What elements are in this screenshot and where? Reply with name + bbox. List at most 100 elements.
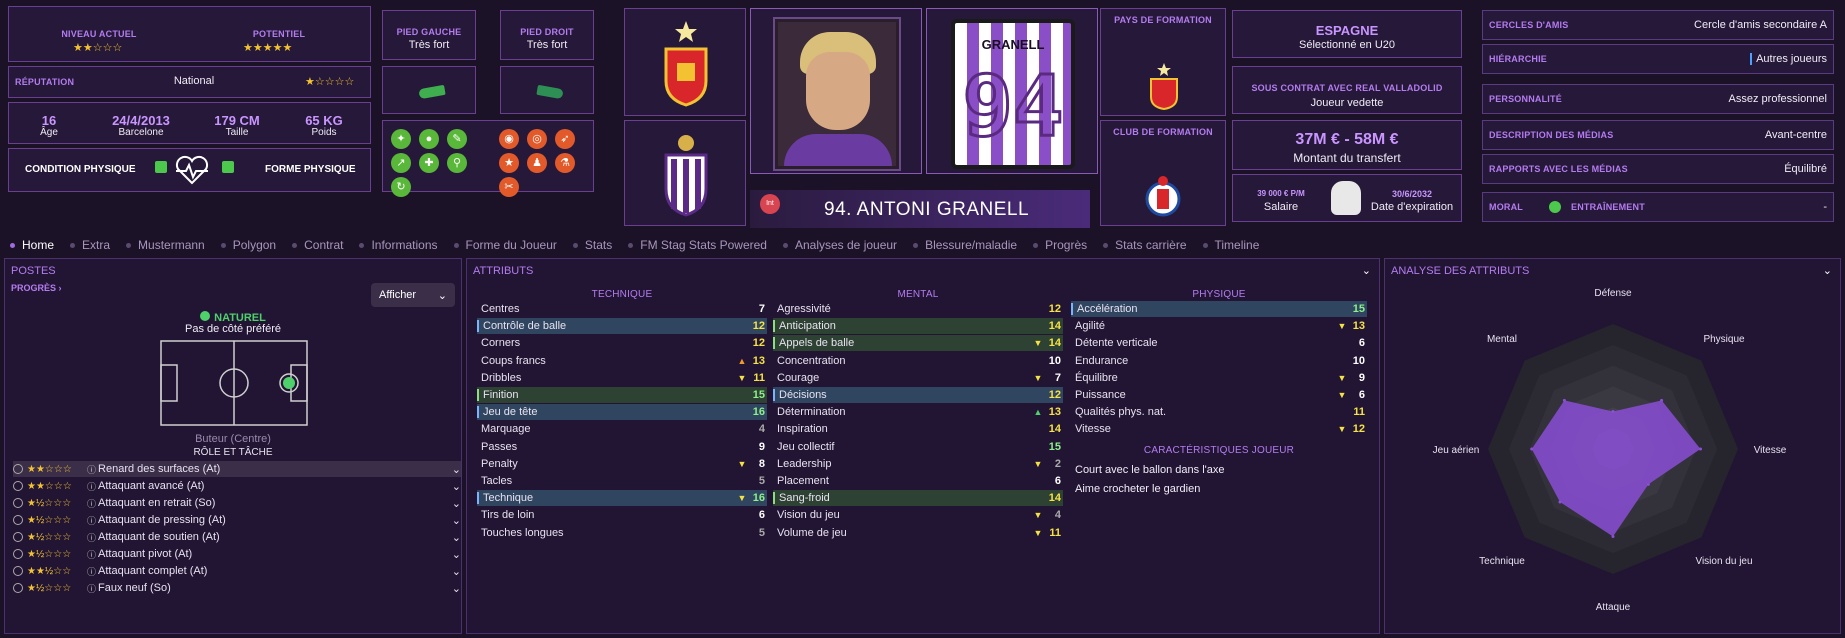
attribute-row[interactable]: Concentration 10	[773, 353, 1063, 369]
tab-fm-stag-stats-powered[interactable]: FM Stag Stats Powered	[628, 238, 767, 252]
role-row[interactable]: ★★½☆☆ ⓘ Attaquant complet (At) ⌄	[13, 563, 461, 579]
attribute-row[interactable]: Détermination ▲ 13	[773, 404, 1063, 420]
chevron-down-icon[interactable]: ⌄	[447, 548, 461, 561]
tab-home[interactable]: Home	[10, 238, 54, 252]
role-radio[interactable]	[13, 498, 23, 508]
attribute-row[interactable]: Inspiration 14	[773, 421, 1063, 437]
tab-timeline[interactable]: Timeline	[1202, 238, 1259, 252]
attribute-row[interactable]: Sang-froid 14	[773, 490, 1063, 507]
attribute-row[interactable]: Équilibre ▼ 9	[1071, 370, 1367, 386]
attribute-row[interactable]: Corners 12	[477, 335, 767, 351]
tab-stats[interactable]: Stats	[572, 238, 612, 252]
attribute-row[interactable]: Détente verticale 6	[1071, 335, 1367, 351]
afficher-dropdown[interactable]: Afficher ⌄	[371, 283, 455, 307]
role-row[interactable]: ★★☆☆☆ ⓘ Attaquant avancé (At) ⌄	[13, 478, 461, 494]
tab-stats-carri-re[interactable]: Stats carrière	[1103, 238, 1187, 252]
info-icon[interactable]: ⓘ	[87, 531, 96, 544]
role-radio[interactable]	[13, 481, 23, 491]
trait-icon-1[interactable]: ✦	[391, 129, 411, 149]
attribute-row[interactable]: Jeu de tête 16	[477, 404, 767, 421]
attribute-row[interactable]: Marquage 4	[477, 421, 767, 437]
trait-person-icon[interactable]: ♟	[527, 153, 547, 173]
trait-target-icon[interactable]: ◎	[527, 129, 547, 149]
tab-informations[interactable]: Informations	[359, 238, 438, 252]
trait-icon-4[interactable]: ↗	[391, 153, 411, 173]
attribute-row[interactable]: Courage ▼ 7	[773, 370, 1063, 386]
chevron-down-icon[interactable]: ⌄	[447, 531, 461, 544]
attribute-row[interactable]: Vision du jeu ▼ 4	[773, 507, 1063, 523]
trait-icon-7[interactable]: ↻	[391, 177, 411, 197]
trait-scissors-icon[interactable]: ✂	[499, 177, 519, 197]
info-icon[interactable]: ⓘ	[87, 514, 96, 527]
role-row[interactable]: ★½☆☆☆ ⓘ Attaquant pivot (At) ⌄	[13, 546, 461, 562]
tab-polygon[interactable]: Polygon	[220, 238, 276, 252]
trait-star-icon[interactable]: ★	[499, 153, 519, 173]
trait-icon-6[interactable]: ⚲	[447, 153, 467, 173]
progres-link[interactable]: PROGRÈS ›	[11, 283, 62, 293]
attribute-row[interactable]: Dribbles ▼ 11	[477, 370, 767, 386]
attribute-row[interactable]: Technique ▼ 16	[477, 490, 767, 507]
chevron-down-icon[interactable]: ⌄	[447, 463, 461, 476]
attribute-row[interactable]: Jeu collectif 15	[773, 439, 1063, 455]
tab-extra[interactable]: Extra	[70, 238, 110, 252]
attribute-row[interactable]: Touches longues 5	[477, 525, 767, 541]
role-row[interactable]: ★½☆☆☆ ⓘ Attaquant en retrait (So) ⌄	[13, 495, 461, 511]
role-radio[interactable]	[13, 532, 23, 542]
chevron-down-icon[interactable]: ⌄	[447, 582, 461, 595]
attribute-row[interactable]: Tirs de loin 6	[477, 507, 767, 523]
chevron-down-icon[interactable]: ⌄	[447, 497, 461, 510]
attribute-row[interactable]: Passes 9	[477, 439, 767, 455]
attribute-row[interactable]: Appels de balle ▼ 14	[773, 335, 1063, 352]
tab-progr-s[interactable]: Progrès	[1033, 238, 1087, 252]
role-radio[interactable]	[13, 583, 23, 593]
info-icon[interactable]: ⓘ	[87, 548, 96, 561]
chevron-down-icon[interactable]: ⌄	[1362, 264, 1371, 277]
attribute-row[interactable]: Puissance ▼ 6	[1071, 387, 1367, 403]
info-icon[interactable]: ⓘ	[87, 582, 96, 595]
attribute-row[interactable]: Accélération 15	[1071, 301, 1367, 317]
attribute-row[interactable]: Décisions 12	[773, 387, 1063, 403]
attribute-row[interactable]: Finition 15	[477, 387, 767, 403]
attribute-row[interactable]: Centres 7	[477, 301, 767, 317]
attribute-row[interactable]: Volume de jeu ▼ 11	[773, 525, 1063, 541]
attribute-row[interactable]: Vitesse ▼ 12	[1071, 421, 1367, 437]
chevron-down-icon[interactable]: ⌄	[447, 480, 461, 493]
role-radio[interactable]	[13, 549, 23, 559]
trait-eye-icon[interactable]: ◉	[499, 129, 519, 149]
attribute-row[interactable]: Leadership ▼ 2	[773, 456, 1063, 472]
info-icon[interactable]: ⓘ	[87, 480, 96, 493]
role-row[interactable]: ★½☆☆☆ ⓘ Attaquant de pressing (At) ⌄	[13, 512, 461, 528]
trait-icon-2[interactable]: ●	[419, 129, 439, 149]
tab-analyses-de-joueur[interactable]: Analyses de joueur	[782, 238, 897, 252]
tab-contrat[interactable]: Contrat	[292, 238, 343, 252]
attribute-row[interactable]: Coups francs ▲ 13	[477, 353, 767, 369]
tab-forme-du-joueur[interactable]: Forme du Joueur	[453, 238, 557, 252]
int-badge[interactable]: Int	[760, 194, 780, 214]
tab-blessure-maladie[interactable]: Blessure/maladie	[913, 238, 1017, 252]
tab-mustermann[interactable]: Mustermann	[126, 238, 205, 252]
chevron-down-icon[interactable]: ⌄	[447, 565, 461, 578]
attribute-row[interactable]: Penalty ▼ 8	[477, 456, 767, 472]
attribute-row[interactable]: Placement 6	[773, 473, 1063, 489]
attribute-row[interactable]: Contrôle de balle 12	[477, 318, 767, 335]
trait-flask-icon[interactable]: ⚗	[555, 153, 575, 173]
role-row[interactable]: ★½☆☆☆ ⓘ Attaquant de soutien (At) ⌄	[13, 529, 461, 545]
role-radio[interactable]	[13, 566, 23, 576]
role-row[interactable]: ★★☆☆☆ ⓘ Renard des surfaces (At) ⌄	[13, 461, 461, 477]
attribute-row[interactable]: Agressivité 12	[773, 301, 1063, 317]
attribute-row[interactable]: Agilité ▼ 13	[1071, 318, 1367, 334]
attribute-row[interactable]: Anticipation 14	[773, 318, 1063, 335]
trait-icon-3[interactable]: ✎	[447, 129, 467, 149]
chevron-down-icon[interactable]: ⌄	[447, 514, 461, 527]
trait-boot-icon[interactable]: ➶	[555, 129, 575, 149]
attribute-row[interactable]: Qualités phys. nat. 11	[1071, 404, 1367, 420]
attribute-row[interactable]: Tacles 5	[477, 473, 767, 489]
info-icon[interactable]: ⓘ	[87, 497, 96, 510]
role-row[interactable]: ★½☆☆☆ ⓘ Faux neuf (So) ⌄	[13, 580, 461, 596]
attribute-row[interactable]: Endurance 10	[1071, 353, 1367, 369]
trait-icon-5[interactable]: ✚	[419, 153, 439, 173]
role-radio[interactable]	[13, 464, 23, 474]
info-icon[interactable]: ⓘ	[87, 565, 96, 578]
info-icon[interactable]: ⓘ	[87, 463, 96, 476]
role-radio[interactable]	[13, 515, 23, 525]
